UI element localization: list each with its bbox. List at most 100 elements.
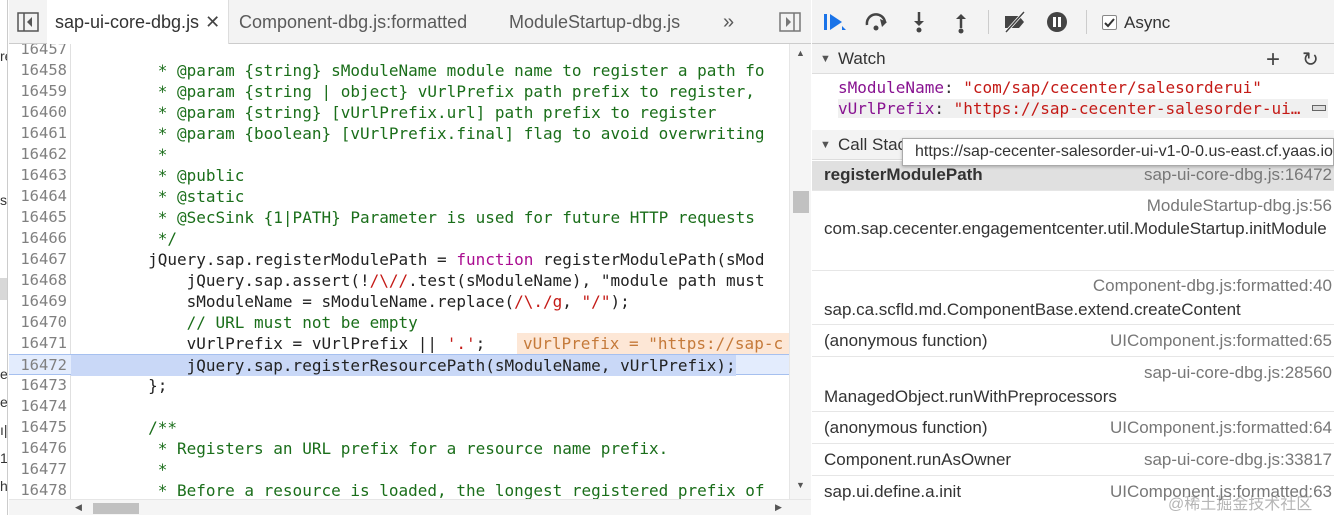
line-number[interactable]: 16475 <box>9 417 67 438</box>
line-number[interactable]: 16462 <box>9 144 67 165</box>
watch-value: "com/sap/cecenter/salesorderui" <box>963 78 1262 97</box>
frame-location[interactable]: sap-ui-core-dbg.js:16472 <box>1144 165 1332 185</box>
code-line[interactable]: 16461 * @param {boolean} [vUrlPrefix.fin… <box>9 123 789 144</box>
call-frame[interactable]: (anonymous function) UIComponent.js:form… <box>812 412 1334 444</box>
code-line[interactable]: 16476 * Registers an URL prefix for a re… <box>9 438 789 459</box>
line-number[interactable]: 16477 <box>9 459 67 480</box>
horizontal-scrollbar[interactable]: ◀ ▶ <box>9 499 811 515</box>
code-line[interactable]: 16473 }; <box>9 375 789 396</box>
line-source: * Before a resource is loaded, the longe… <box>71 481 765 499</box>
code-view[interactable]: 16457 16458 * @param {string} sModuleName… <box>9 44 789 499</box>
code-line[interactable]: 16462 * <box>9 144 789 165</box>
refresh-icon[interactable]: ↻ <box>1302 47 1319 72</box>
call-frame[interactable]: Component.runAsOwner sap-ui-core-dbg.js:… <box>812 444 1334 476</box>
watch-name: vUrlPrefix <box>838 99 935 118</box>
line-number[interactable]: 16458 <box>9 60 67 81</box>
step-into-icon[interactable] <box>906 10 932 34</box>
pause-on-exceptions-icon[interactable] <box>1044 10 1070 34</box>
call-frame[interactable]: (anonymous function) UIComponent.js:form… <box>812 325 1334 357</box>
async-checkbox[interactable] <box>1102 15 1117 30</box>
code-line[interactable]: 16469 sModuleName = sModuleName.replace(… <box>9 291 789 312</box>
tabs-overflow-button[interactable]: » <box>723 0 743 44</box>
tab-modulestartup-dbg[interactable]: ModuleStartup-dbg.js <box>509 0 699 44</box>
line-number[interactable]: 16478 <box>9 480 67 499</box>
code-line[interactable]: 16466 */ <box>9 228 789 249</box>
scroll-left-icon[interactable]: ◀ <box>75 502 82 513</box>
line-number[interactable]: 16468 <box>9 270 67 291</box>
watch-section-header[interactable]: ▼ Watch + ↻ <box>812 44 1334 74</box>
line-source: */ <box>71 229 177 248</box>
tab-label: ModuleStartup-dbg.js <box>509 12 681 32</box>
collapse-triangle-icon[interactable]: ▼ <box>820 53 831 65</box>
add-watch-icon[interactable]: + <box>1266 46 1280 74</box>
horizontal-scroll-thumb[interactable] <box>93 503 139 514</box>
line-number[interactable]: 16465 <box>9 207 67 228</box>
frame-location[interactable]: UIComponent.js:formatted:65 <box>1110 331 1332 351</box>
resume-icon[interactable] <box>822 10 848 34</box>
line-number[interactable]: 16472 <box>9 355 67 376</box>
delete-watch-icon[interactable] <box>1312 105 1326 111</box>
line-number[interactable]: 16460 <box>9 102 67 123</box>
step-out-icon[interactable] <box>948 10 974 34</box>
code-line[interactable]: 16463 * @public <box>9 165 789 186</box>
frame-location[interactable]: UIComponent.js:formatted:64 <box>1110 418 1332 438</box>
tab-label: Component-dbg.js:formatted <box>239 12 468 32</box>
collapse-triangle-icon[interactable]: ▼ <box>820 139 831 151</box>
frame-function: sap.ca.scfld.md.ComponentBase.extend.cre… <box>824 300 1241 319</box>
line-number[interactable]: 16461 <box>9 123 67 144</box>
frame-location[interactable]: Component-dbg.js:formatted:40 <box>1093 276 1332 296</box>
watch-expression[interactable]: sModuleName: "com/sap/cecenter/salesorde… <box>838 78 1328 97</box>
code-line[interactable]: 16458 * @param {string} sModuleName modu… <box>9 60 789 81</box>
watch-expression[interactable]: vUrlPrefix: "https://sap-cecenter-saleso… <box>838 99 1328 118</box>
line-source: * @public <box>71 166 245 185</box>
code-line[interactable]: 16459 * @param {string | object} vUrlPre… <box>9 81 789 102</box>
tab-sap-ui-core[interactable]: sap-ui-core-dbg.js ✕ <box>47 0 229 44</box>
frame-location[interactable]: sap-ui-core-dbg.js:33817 <box>1144 450 1332 470</box>
call-frame[interactable]: Component-dbg.js:formatted:40 sap.ca.scf… <box>812 271 1334 325</box>
line-number[interactable]: 16459 <box>9 81 67 102</box>
code-line[interactable]: 16471 vUrlPrefix = vUrlPrefix || '.'; vUr… <box>9 333 789 354</box>
line-number[interactable]: 16473 <box>9 375 67 396</box>
call-frame[interactable]: ModuleStartup-dbg.js:56 com.sap.cecenter… <box>812 191 1334 271</box>
code-line[interactable]: 16475 /** <box>9 417 789 438</box>
toggle-debugger-icon[interactable] <box>779 12 801 32</box>
line-number[interactable]: 16467 <box>9 249 67 270</box>
deactivate-breakpoints-icon[interactable] <box>1002 10 1028 34</box>
code-line[interactable]: 16467 jQuery.sap.registerModulePath = fu… <box>9 249 789 270</box>
code-line[interactable]: 16460 * @param {string} [vUrlPrefix.url]… <box>9 102 789 123</box>
line-number[interactable]: 16469 <box>9 291 67 312</box>
line-number[interactable]: 16476 <box>9 438 67 459</box>
left-glyph: ı| <box>0 422 8 438</box>
step-over-icon[interactable] <box>864 10 890 34</box>
scroll-up-icon[interactable]: ▲ <box>796 48 805 58</box>
code-line[interactable]: 16477 * <box>9 459 789 480</box>
scroll-down-icon[interactable]: ▼ <box>796 480 805 490</box>
frame-location[interactable]: sap-ui-core-dbg.js:28560 <box>1144 363 1332 383</box>
line-number[interactable]: 16474 <box>9 396 67 417</box>
debugger-toolbar: Async <box>812 0 1334 44</box>
vertical-scrollbar[interactable]: ▲ ▼ <box>789 44 811 499</box>
tab-component-dbg[interactable]: Component-dbg.js:formatted <box>239 0 489 44</box>
scroll-right-icon[interactable]: ▶ <box>775 502 782 513</box>
line-number[interactable]: 16471 <box>9 333 67 354</box>
code-line[interactable]: 16478 * Before a resource is loaded, the… <box>9 480 789 499</box>
close-tab-icon[interactable]: ✕ <box>205 12 220 32</box>
line-number[interactable]: 16457 <box>9 44 67 60</box>
toggle-navigator-icon[interactable] <box>17 12 39 32</box>
debugger-sidebar: Async ▼ Watch + ↻ sModuleName: "com/sap/… <box>812 0 1334 515</box>
frame-location[interactable]: ModuleStartup-dbg.js:56 <box>1147 196 1332 216</box>
call-frame[interactable]: sap-ui-core-dbg.js:28560 ManagedObject.r… <box>812 357 1334 412</box>
line-number[interactable]: 16466 <box>9 228 67 249</box>
vertical-scroll-thumb[interactable] <box>793 191 809 213</box>
line-source: vUrlPrefix = vUrlPrefix || '.'; <box>71 334 486 353</box>
code-line[interactable]: 16457 <box>9 44 789 60</box>
code-line[interactable]: 16472 jQuery.sap.registerResourcePath(sM… <box>9 354 789 376</box>
code-line[interactable]: 16470 // URL must not be empty <box>9 312 789 333</box>
code-line[interactable]: 16474 <box>9 396 789 417</box>
code-line[interactable]: 16465 * @SecSink {1|PATH} Parameter is u… <box>9 207 789 228</box>
line-number[interactable]: 16463 <box>9 165 67 186</box>
line-number[interactable]: 16470 <box>9 312 67 333</box>
code-line[interactable]: 16464 * @static <box>9 186 789 207</box>
line-number[interactable]: 16464 <box>9 186 67 207</box>
code-line[interactable]: 16468 jQuery.sap.assert(!/\//.test(sModu… <box>9 270 789 291</box>
